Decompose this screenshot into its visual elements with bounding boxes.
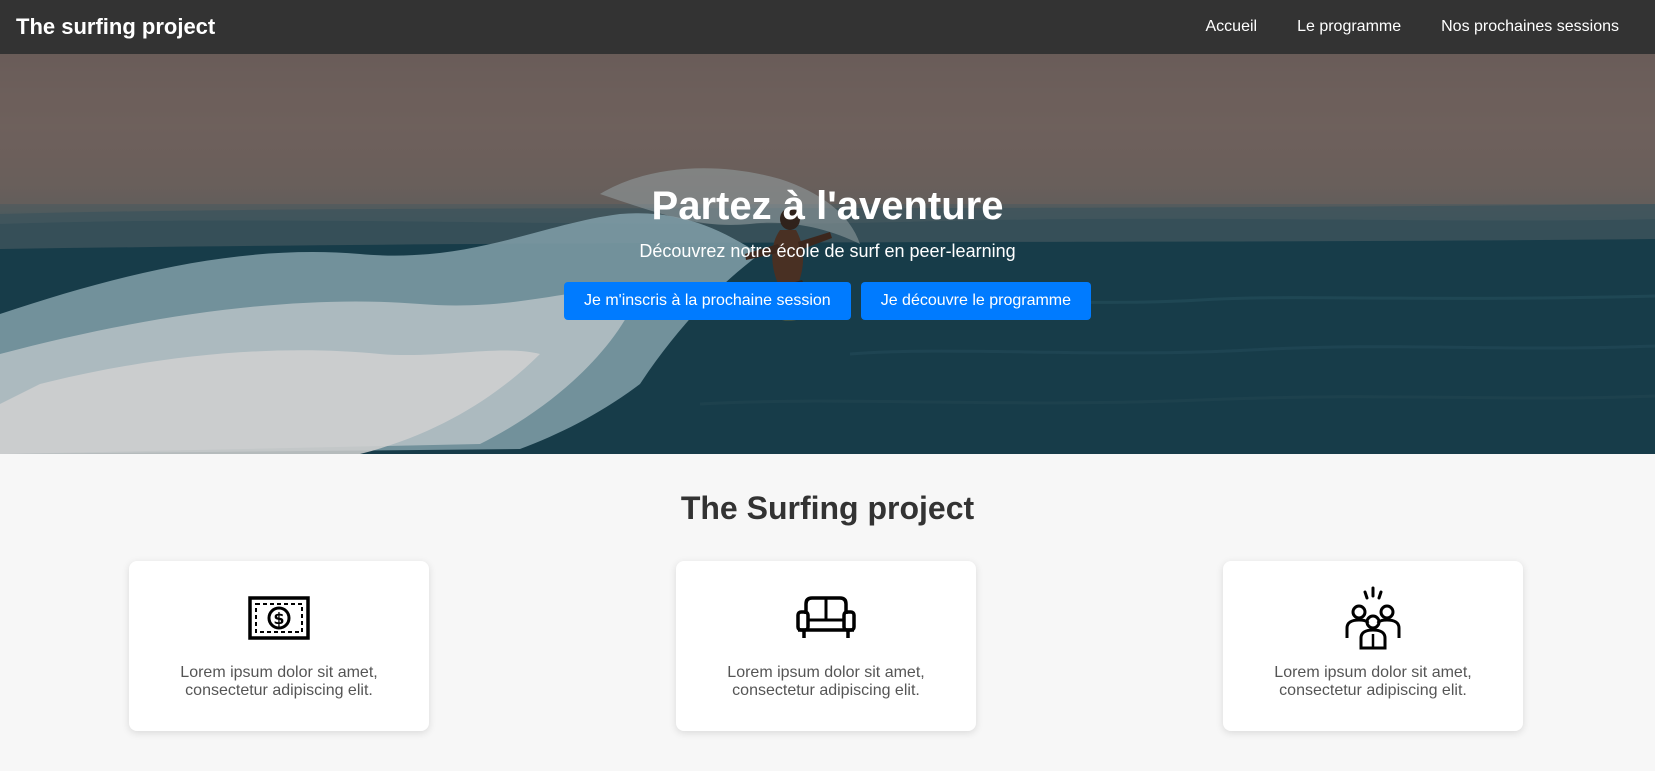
hero-content: Partez à l'aventure Découvrez notre écol… — [0, 54, 1655, 454]
money-bill-icon: $ — [248, 596, 310, 640]
navbar: The surfing project Accueil Le programme… — [0, 0, 1655, 54]
features-title: The Surfing project — [680, 490, 975, 526]
nav-link-programme[interactable]: Le programme — [1297, 18, 1401, 36]
hero-subtitle: Découvrez notre école de surf en peer-le… — [639, 241, 1016, 261]
signup-session-button[interactable]: Je m'inscris à la prochaine session — [563, 282, 851, 320]
feature-cards: $ Lorem ipsum dolor sit amet, consectetu… — [0, 561, 1655, 731]
nav-link-accueil[interactable]: Accueil — [1206, 18, 1258, 36]
discover-program-button[interactable]: Je découvre le programme — [860, 282, 1092, 320]
hero-section: Partez à l'aventure Découvrez notre écol… — [0, 54, 1655, 454]
feature-card-text: Lorem ipsum dolor sit amet, consectetur … — [180, 664, 378, 699]
svg-text:$: $ — [273, 609, 284, 628]
brand-logo-text[interactable]: The surfing project — [16, 14, 215, 40]
feature-card-comfort: Lorem ipsum dolor sit amet, consectetur … — [676, 561, 976, 731]
hero-title: Partez à l'aventure — [651, 184, 1004, 228]
feature-card-text: Lorem ipsum dolor sit amet, consectetur … — [1274, 664, 1472, 699]
hero-buttons: Je m'inscris à la prochaine session Je d… — [563, 282, 1092, 320]
group-people-icon — [1345, 586, 1401, 650]
sofa-icon — [796, 596, 856, 638]
feature-card-text: Lorem ipsum dolor sit amet, consectetur … — [727, 664, 925, 699]
feature-card-community: Lorem ipsum dolor sit amet, consectetur … — [1223, 561, 1523, 731]
nav-links: Accueil Le programme Nos prochaines sess… — [1206, 18, 1640, 36]
feature-card-money: $ Lorem ipsum dolor sit amet, consectetu… — [129, 561, 429, 731]
nav-link-sessions[interactable]: Nos prochaines sessions — [1441, 18, 1619, 36]
